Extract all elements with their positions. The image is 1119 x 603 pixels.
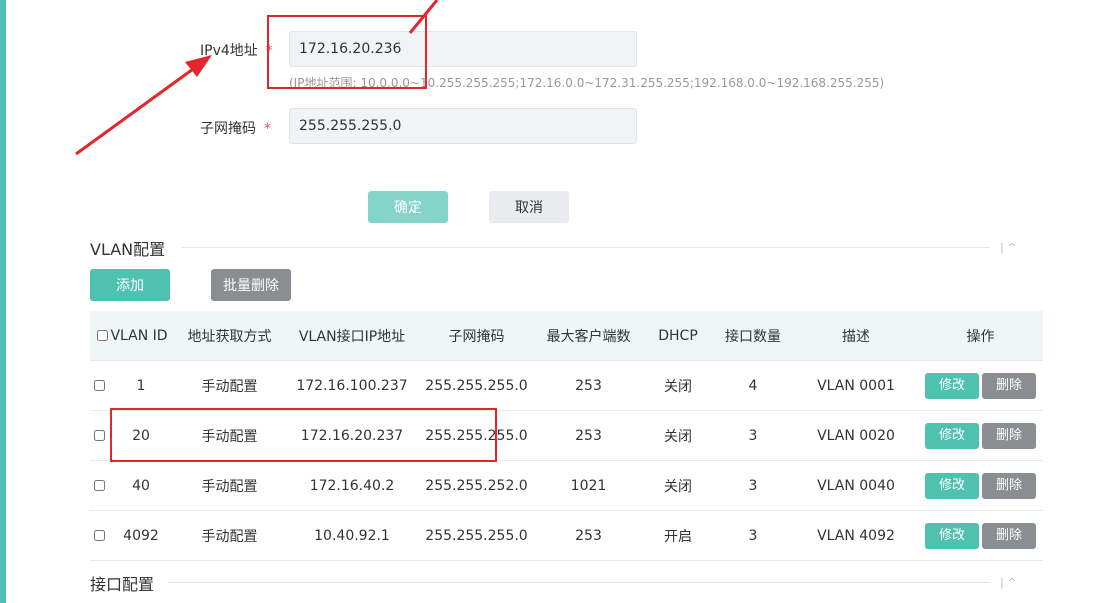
table-row: 40 手动配置 172.16.40.2 255.255.252.0 1021 关…: [90, 460, 1043, 511]
col-address-mode: 地址获取方式: [175, 311, 284, 361]
left-accent-bar: [0, 0, 6, 603]
ipv4-label: IPv4地址 *: [200, 40, 273, 60]
annotation-arrow-line: [75, 62, 201, 156]
cell-actions: 修改 删除: [918, 410, 1043, 461]
cell-ports: 3: [712, 460, 794, 511]
cell-ip: 172.16.40.2: [284, 460, 420, 511]
cancel-button[interactable]: 取消: [489, 191, 569, 223]
cell-ports: 3: [712, 410, 794, 461]
vlan-section-title: VLAN配置: [90, 240, 166, 259]
delete-button[interactable]: 删除: [982, 422, 1036, 449]
col-subnet-mask: 子网掩码: [420, 311, 533, 361]
cell-max-clients: 253: [533, 510, 644, 561]
port-collapse-toggle[interactable]: | ^: [1000, 576, 1016, 589]
cell-ports: 4: [712, 360, 794, 411]
col-description: 描述: [794, 311, 918, 361]
row-select-cell: 40: [90, 460, 175, 511]
cell-ip: 10.40.92.1: [284, 510, 420, 561]
cell-dhcp: 关闭: [644, 360, 712, 411]
cell-mode: 手动配置: [175, 460, 284, 511]
cell-max-clients: 1021: [533, 460, 644, 511]
add-vlan-button[interactable]: 添加: [90, 269, 170, 301]
col-vlan-id-label: VLAN ID: [110, 327, 168, 344]
vlan-section-divider: [182, 247, 990, 248]
delete-button[interactable]: 删除: [982, 522, 1036, 549]
cell-max-clients: 253: [533, 410, 644, 461]
delete-button[interactable]: 删除: [982, 472, 1036, 499]
row-checkbox[interactable]: [94, 530, 105, 541]
row-select-cell: 1: [90, 360, 175, 411]
select-all-checkbox[interactable]: [97, 330, 109, 341]
col-max-clients: 最大客户端数: [533, 311, 644, 361]
port-section-title: 接口配置: [90, 575, 155, 594]
cell-mode: 手动配置: [175, 510, 284, 561]
cell-desc: VLAN 0020: [794, 410, 918, 461]
cell-mask: 255.255.255.0: [420, 510, 533, 561]
cell-vlan-id: 40: [132, 477, 150, 494]
col-port-count: 接口数量: [712, 311, 794, 361]
subnet-input[interactable]: [289, 108, 637, 144]
row-checkbox[interactable]: [94, 380, 105, 391]
cell-actions: 修改 删除: [918, 510, 1043, 561]
cell-mask: 255.255.252.0: [420, 460, 533, 511]
subnet-label-text: 子网掩码: [200, 121, 256, 137]
row-checkbox[interactable]: [94, 430, 105, 441]
annotation-box-vlan20: [110, 408, 497, 462]
cell-actions: 修改 删除: [918, 460, 1043, 511]
col-vlan-id: VLAN ID: [90, 311, 175, 361]
cell-ip: 172.16.100.237: [284, 360, 420, 411]
cell-vlan-id: 4092: [123, 527, 159, 544]
cell-max-clients: 253: [533, 360, 644, 411]
cell-desc: VLAN 4092: [794, 510, 918, 561]
cell-desc: VLAN 0001: [794, 360, 918, 411]
port-section-divider: [168, 582, 990, 583]
cell-ports: 3: [712, 510, 794, 561]
row-select-cell: 4092: [90, 510, 175, 561]
cell-mode: 手动配置: [175, 360, 284, 411]
col-actions: 操作: [918, 311, 1043, 361]
edit-button[interactable]: 修改: [925, 422, 979, 449]
edit-button[interactable]: 修改: [925, 372, 979, 399]
table-row: 4092 手动配置 10.40.92.1 255.255.255.0 253 开…: [90, 510, 1043, 561]
cell-desc: VLAN 0040: [794, 460, 918, 511]
table-header-row: VLAN ID 地址获取方式 VLAN接口IP地址 子网掩码 最大客户端数 DH…: [90, 311, 1043, 361]
col-dhcp: DHCP: [644, 311, 712, 361]
cell-dhcp: 开启: [644, 510, 712, 561]
annotation-box-ipv4: [267, 15, 427, 89]
table-row: 1 手动配置 172.16.100.237 255.255.255.0 253 …: [90, 360, 1043, 411]
vlan-collapse-toggle[interactable]: | ^: [1000, 241, 1016, 254]
ipv4-label-text: IPv4地址: [200, 43, 258, 59]
cell-dhcp: 关闭: [644, 460, 712, 511]
col-interface-ip: VLAN接口IP地址: [284, 311, 420, 361]
cell-mask: 255.255.255.0: [420, 360, 533, 411]
cell-vlan-id: 1: [136, 377, 146, 394]
confirm-button[interactable]: 确定: [368, 191, 448, 223]
row-checkbox[interactable]: [94, 480, 105, 491]
subnet-label: 子网掩码 *: [200, 118, 271, 138]
cell-actions: 修改 删除: [918, 360, 1043, 411]
required-mark: *: [264, 121, 271, 137]
batch-delete-button[interactable]: 批量删除: [211, 269, 291, 301]
edit-button[interactable]: 修改: [925, 522, 979, 549]
cell-dhcp: 关闭: [644, 410, 712, 461]
edit-button[interactable]: 修改: [925, 472, 979, 499]
delete-button[interactable]: 删除: [982, 372, 1036, 399]
